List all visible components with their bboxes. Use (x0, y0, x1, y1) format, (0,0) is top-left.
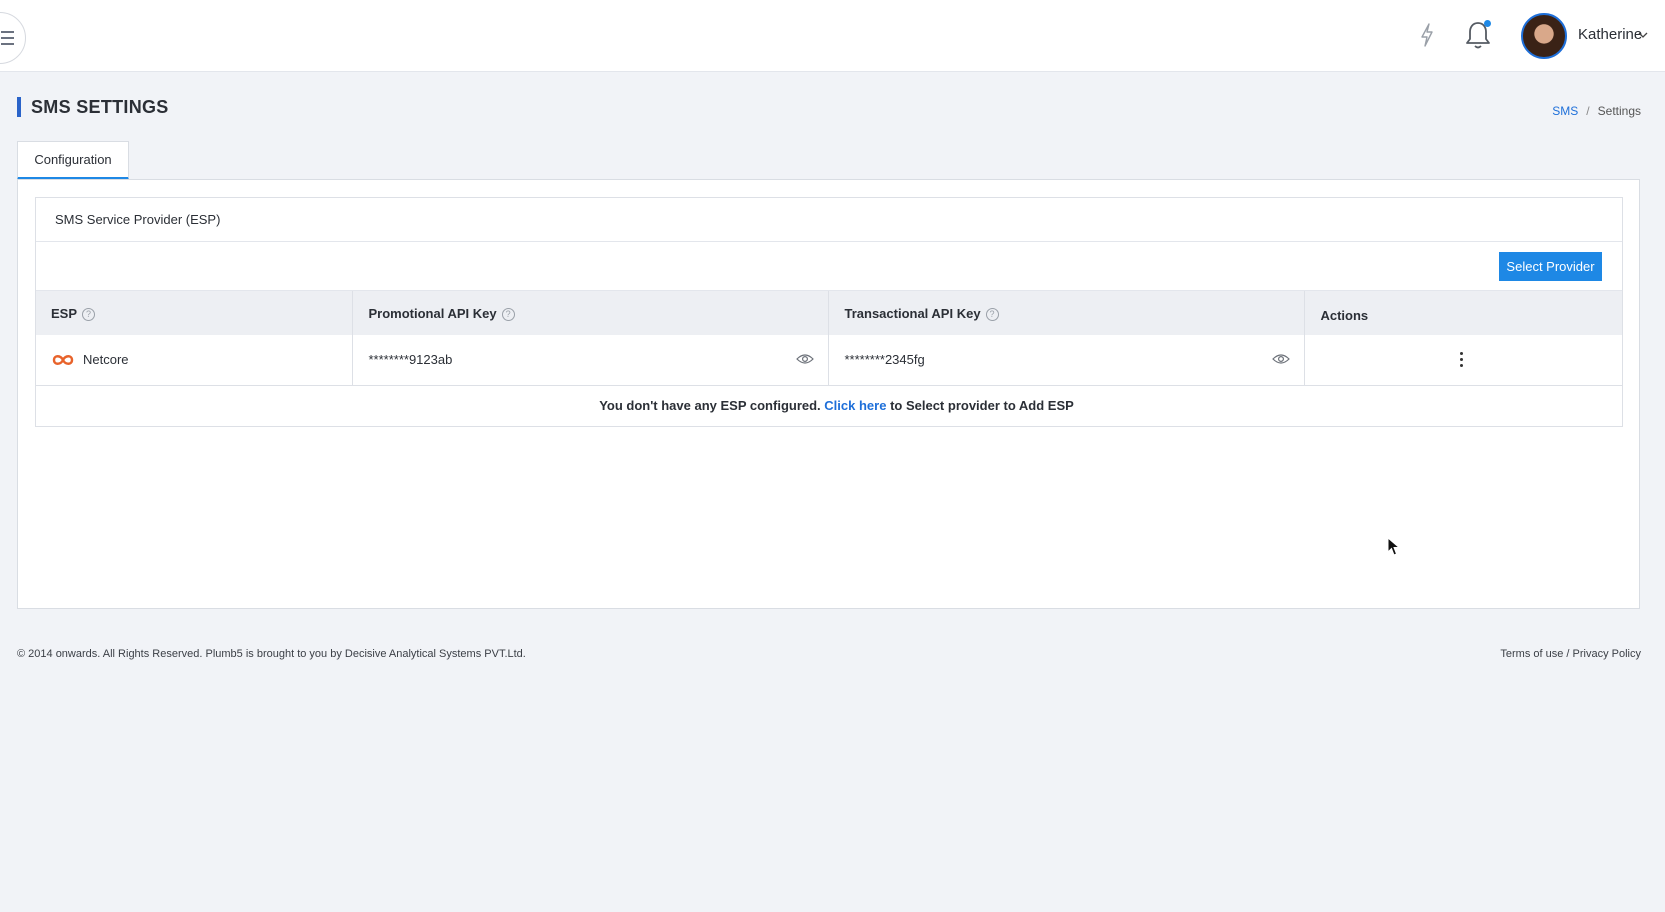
column-header-actions: Actions (1304, 291, 1622, 335)
footer-copyright: © 2014 onwards. All Rights Reserved. Plu… (17, 648, 526, 660)
mouse-cursor-icon (1387, 537, 1401, 556)
help-icon[interactable]: ? (985, 307, 999, 321)
tab-configuration[interactable]: Configuration (17, 141, 129, 180)
footer-links[interactable]: Terms of use / Privacy Policy (1500, 648, 1641, 660)
breadcrumb-current: Settings (1597, 104, 1641, 118)
more-vertical-icon[interactable] (1460, 352, 1464, 368)
transactional-key-value: ********2345fg (844, 352, 925, 368)
netcore-logo-icon (52, 355, 74, 366)
column-header-transactional-key[interactable]: Transactional API Key? (828, 291, 1306, 335)
page-title: SMS SETTINGS (31, 97, 169, 117)
hamburger-menu-icon[interactable] (0, 12, 26, 64)
top-navbar: Katherine (0, 0, 1665, 72)
eye-icon[interactable] (1272, 353, 1291, 365)
avatar[interactable] (1521, 13, 1567, 59)
help-icon[interactable]: ? (82, 307, 96, 321)
click-here-link[interactable]: Click here (824, 398, 886, 413)
esp-name: Netcore (83, 352, 129, 368)
table-row: Netcore ********9123ab ********2345fg (36, 335, 1622, 386)
card-toolbar: Select Provider (36, 242, 1622, 291)
promotional-key-cell: ********9123ab (352, 335, 830, 386)
notification-badge (1484, 20, 1491, 27)
breadcrumb-separator: / (1586, 104, 1590, 118)
column-header-esp[interactable]: ESP? (36, 291, 354, 335)
promotional-key-value: ********9123ab (368, 352, 453, 368)
chevron-down-icon[interactable] (1638, 31, 1648, 39)
esp-card: SMS Service Provider (ESP) Select Provid… (35, 197, 1623, 427)
breadcrumb: SMS / Settings (1552, 104, 1641, 118)
card-title: SMS Service Provider (ESP) (36, 198, 1622, 242)
table-header-row: ESP? Promotional API Key? Transactional … (36, 291, 1622, 335)
select-provider-button[interactable]: Select Provider (1499, 252, 1602, 281)
breadcrumb-sms-link[interactable]: SMS (1552, 104, 1578, 118)
user-name[interactable]: Katherine (1578, 26, 1642, 43)
empty-message-row: You don't have any ESP configured. Click… (36, 385, 1622, 427)
transactional-key-cell: ********2345fg (828, 335, 1306, 386)
empty-message: You don't have any ESP configured. Click… (36, 385, 1622, 427)
esp-cell: Netcore (36, 335, 354, 386)
eye-icon[interactable] (796, 353, 815, 365)
column-header-promotional-key[interactable]: Promotional API Key? (352, 291, 830, 335)
title-accent-bar (17, 97, 21, 117)
esp-table: ESP? Promotional API Key? Transactional … (36, 291, 1622, 427)
actions-cell (1304, 335, 1622, 386)
lightning-bolt-icon[interactable] (1417, 22, 1437, 48)
help-icon[interactable]: ? (501, 307, 515, 321)
